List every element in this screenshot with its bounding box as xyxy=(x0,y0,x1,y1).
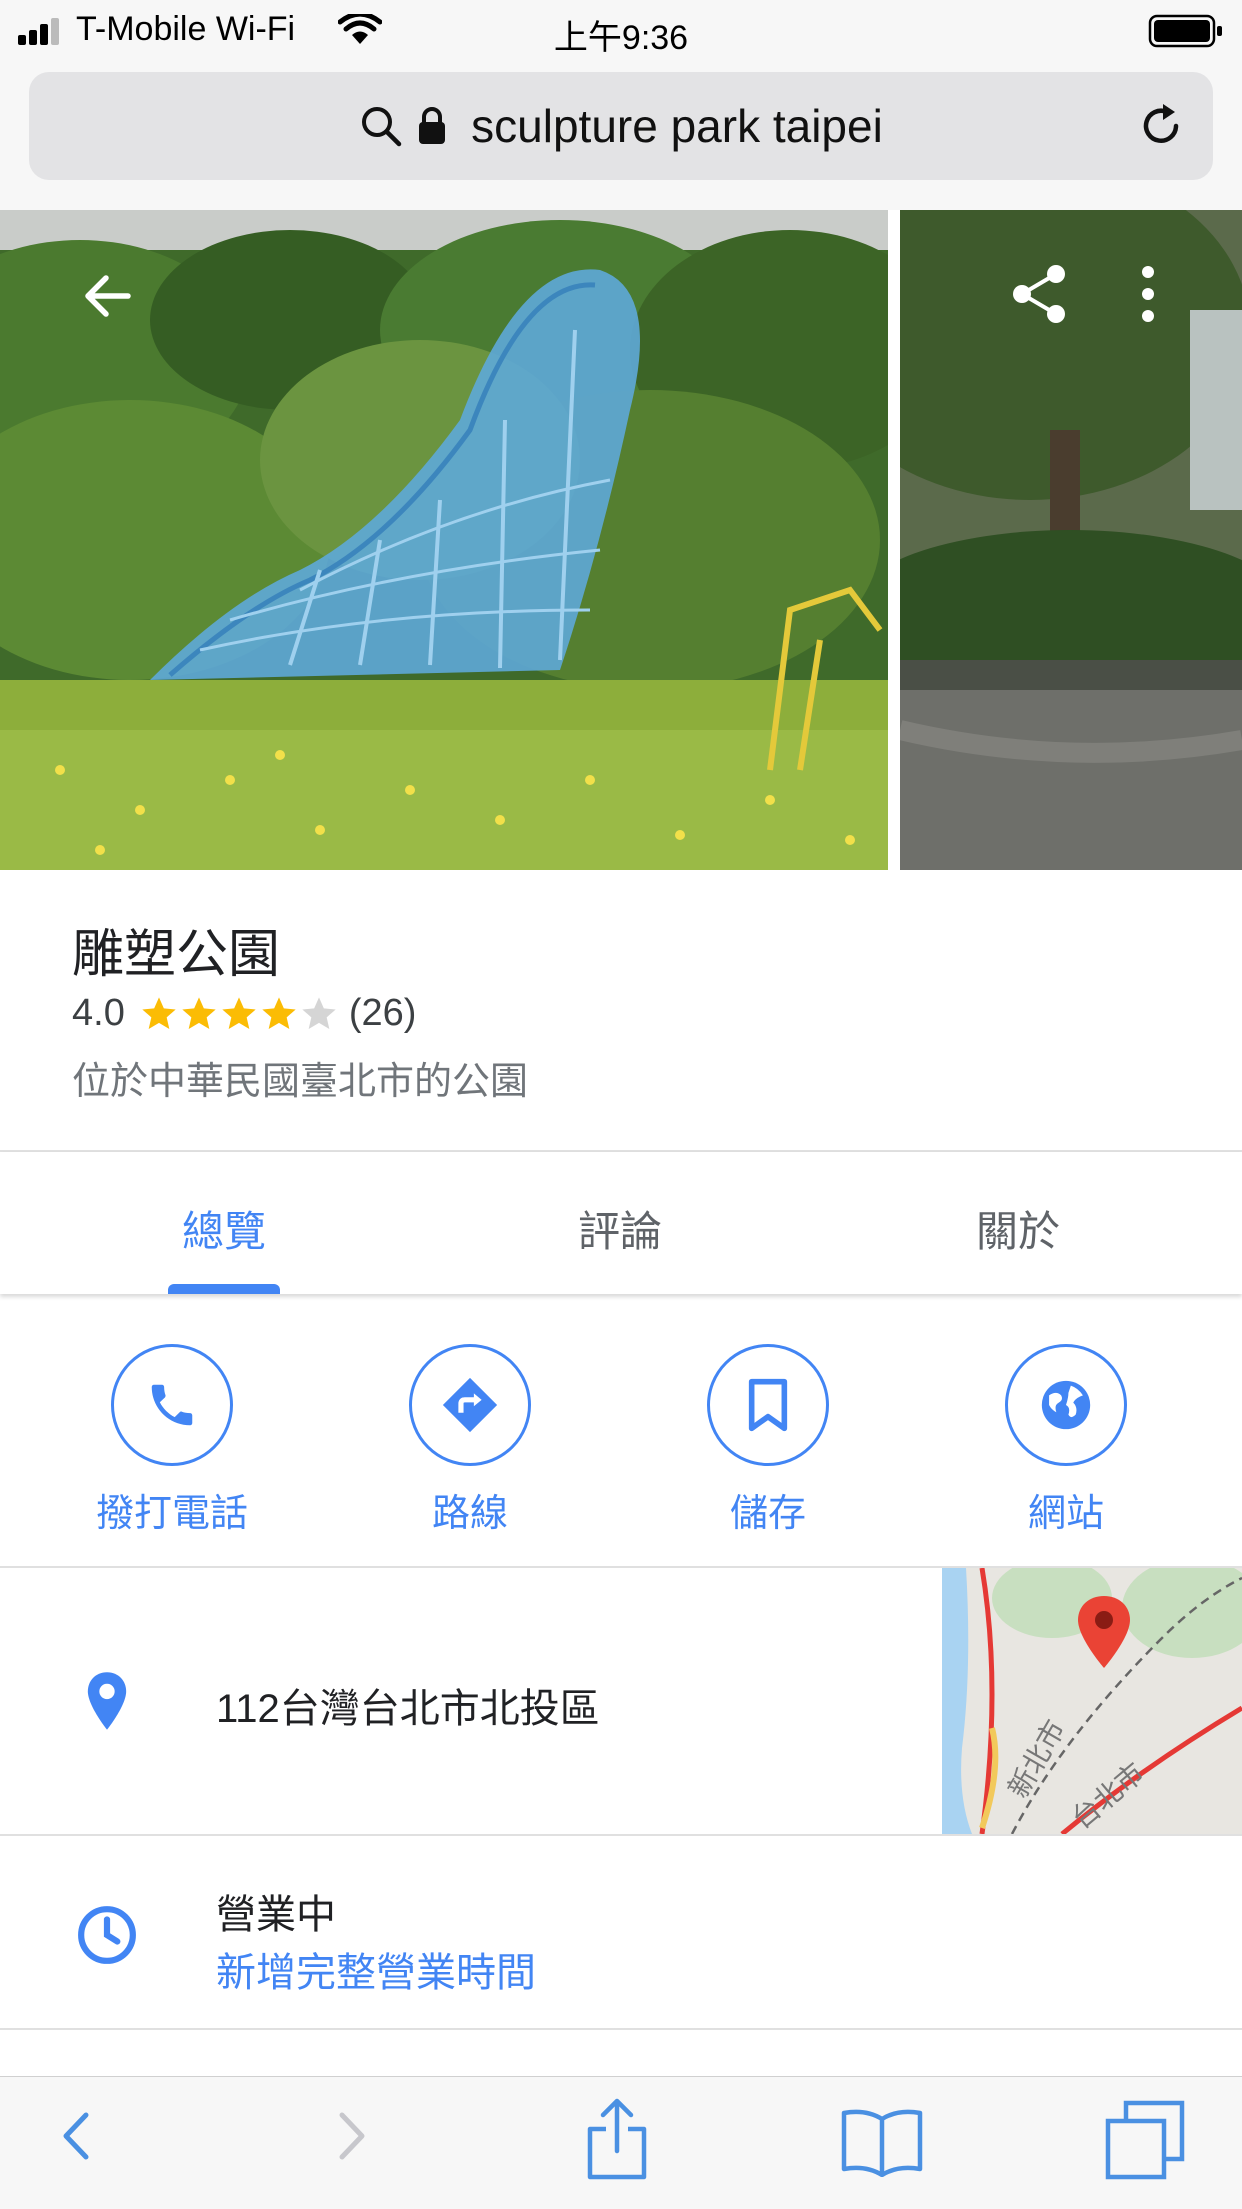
tab-overview[interactable]: 總覽 xyxy=(74,1198,374,1259)
active-tab-indicator xyxy=(168,1284,280,1294)
save-button[interactable]: 儲存 xyxy=(648,1344,888,1537)
bookmarks-icon[interactable] xyxy=(840,2105,924,2177)
call-button[interactable]: 撥打電話 xyxy=(52,1344,292,1537)
location-pin-icon xyxy=(87,1672,127,1730)
tab-bar: 總覽 評論 關於 xyxy=(0,1152,1242,1294)
status-bar: T-Mobile Wi-Fi 上午9:36 xyxy=(0,0,1242,62)
park-photo-sculpture[interactable] xyxy=(0,210,888,870)
rating-value: 4.0 xyxy=(72,992,125,1034)
address-text: 112台灣台北市北投區 xyxy=(216,1687,600,1731)
tab-reviews[interactable]: 評論 xyxy=(470,1198,770,1259)
back-icon[interactable] xyxy=(54,2101,98,2171)
save-label: 儲存 xyxy=(729,1493,806,1535)
directions-label: 路線 xyxy=(431,1493,508,1535)
address-bar[interactable]: sculpture park taipei xyxy=(29,72,1213,180)
place-header: 雕塑公園 4.0 (26) 位於中華民國臺北市的公園 xyxy=(0,870,1242,1152)
website-button[interactable]: 網站 xyxy=(946,1344,1186,1537)
map-thumbnail[interactable]: 新北市 台北市 xyxy=(942,1568,1242,1834)
tab-about[interactable]: 關於 xyxy=(868,1198,1168,1259)
forward-icon[interactable] xyxy=(330,2101,374,2171)
directions-button[interactable]: 路線 xyxy=(350,1344,590,1537)
more-options-icon[interactable] xyxy=(1138,266,1158,322)
website-label: 網站 xyxy=(1027,1493,1104,1535)
globe-icon xyxy=(1041,1380,1091,1430)
clock-icon xyxy=(78,1906,136,1964)
search-icon xyxy=(362,107,402,147)
status-time: 上午9:36 xyxy=(553,19,689,57)
place-title: 雕塑公園 xyxy=(72,926,281,984)
photo-gallery[interactable] xyxy=(0,210,1242,870)
call-label: 撥打電話 xyxy=(95,1493,248,1535)
address-row[interactable]: 112台灣台北市北投區 新北市 台北市 xyxy=(0,1568,1242,1836)
bookmark-icon xyxy=(748,1378,788,1432)
browser-address-area: sculpture park taipei xyxy=(0,62,1242,210)
star-rating xyxy=(139,994,339,1034)
url-text: sculpture park taipei xyxy=(471,100,883,152)
battery-icon xyxy=(1148,14,1222,48)
reload-icon[interactable] xyxy=(1135,100,1187,152)
hours-row[interactable]: 營業中 新增完整營業時間 xyxy=(0,1836,1242,2030)
share-icon[interactable] xyxy=(1010,262,1070,326)
review-count: (26) xyxy=(348,992,417,1034)
share-sheet-icon[interactable] xyxy=(584,2095,650,2181)
star-icon xyxy=(262,996,296,1029)
tabs-icon[interactable] xyxy=(1104,2099,1188,2183)
star-icon xyxy=(142,996,176,1029)
phone-icon xyxy=(151,1384,193,1426)
add-hours-link[interactable]: 新增完整營業時間 xyxy=(216,1940,536,1998)
lock-icon xyxy=(419,107,446,144)
rating-row[interactable]: 4.0 (26) xyxy=(72,992,416,1035)
open-status: 營業中 xyxy=(216,1893,336,1937)
star-icon xyxy=(222,996,256,1029)
browser-toolbar xyxy=(0,2076,1242,2209)
place-description: 位於中華民國臺北市的公園 xyxy=(72,1061,529,1103)
action-buttons: 撥打電話 路線 儲存 網站 xyxy=(0,1296,1242,1568)
star-empty-icon xyxy=(302,996,336,1029)
back-arrow-icon[interactable] xyxy=(78,266,138,326)
park-photo-path[interactable] xyxy=(900,210,1242,870)
star-icon xyxy=(182,996,216,1029)
directions-icon xyxy=(442,1377,498,1433)
